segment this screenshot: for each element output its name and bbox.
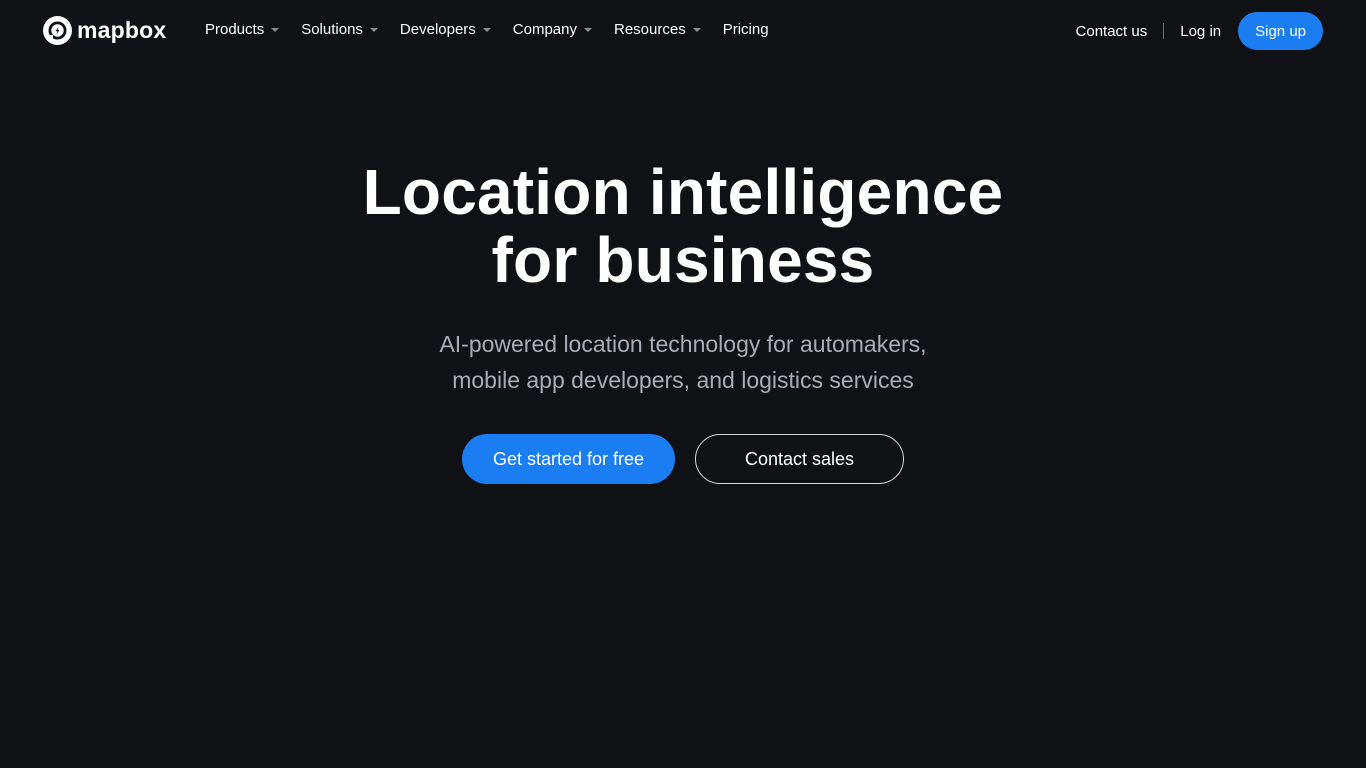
nav-item-developers[interactable]: Developers: [400, 20, 491, 40]
nav-item-label: Pricing: [722, 21, 769, 38]
nav-item-pricing[interactable]: Pricing: [723, 20, 769, 40]
hero-subtitle-line: AI-powered location technology for autom…: [439, 331, 927, 357]
cta-row: Get started for free Contact sales: [0, 434, 1366, 484]
nav-item-label: Resources: [614, 21, 686, 38]
contact-us-link[interactable]: Contact us: [1076, 23, 1148, 40]
nav-item-resources[interactable]: Resources: [614, 20, 701, 40]
hero-title: Location intelligence for business: [0, 158, 1366, 294]
chevron-down-icon: [369, 28, 378, 32]
chevron-down-icon: [271, 28, 280, 32]
account-nav: Contact us Log in Sign up: [1076, 12, 1323, 50]
hero-subtitle: AI-powered location technology for autom…: [0, 326, 1366, 398]
chevron-down-icon: [482, 28, 491, 32]
nav-item-label: Solutions: [301, 21, 363, 38]
nav-item-label: Products: [205, 21, 265, 38]
get-started-button[interactable]: Get started for free: [462, 434, 675, 484]
site-header: mapbox Products Solutions Developers Com…: [0, 0, 1366, 62]
main-nav: Products Solutions Developers Company Re…: [205, 20, 791, 40]
mapbox-logo-icon: [43, 16, 72, 45]
nav-item-label: Company: [512, 21, 577, 38]
logo-text: mapbox: [77, 17, 167, 43]
hero-title-line: for business: [491, 224, 875, 296]
hero-section: Location intelligence for business AI-po…: [0, 158, 1366, 484]
mapbox-logo[interactable]: mapbox: [43, 16, 166, 45]
nav-item-solutions[interactable]: Solutions: [301, 20, 378, 40]
signup-button[interactable]: Sign up: [1238, 12, 1323, 50]
chevron-down-icon: [584, 28, 592, 32]
hero-title-line: Location intelligence: [362, 156, 1004, 228]
hero-subtitle-line: mobile app developers, and logistics ser…: [452, 367, 914, 393]
contact-sales-button[interactable]: Contact sales: [695, 434, 904, 484]
page: mapbox Products Solutions Developers Com…: [0, 0, 1366, 768]
nav-divider: [1163, 23, 1165, 39]
chevron-down-icon: [692, 28, 701, 32]
nav-item-label: Developers: [399, 21, 476, 38]
login-link[interactable]: Log in: [1180, 23, 1221, 40]
nav-item-company[interactable]: Company: [513, 20, 592, 40]
nav-item-products[interactable]: Products: [205, 20, 280, 40]
